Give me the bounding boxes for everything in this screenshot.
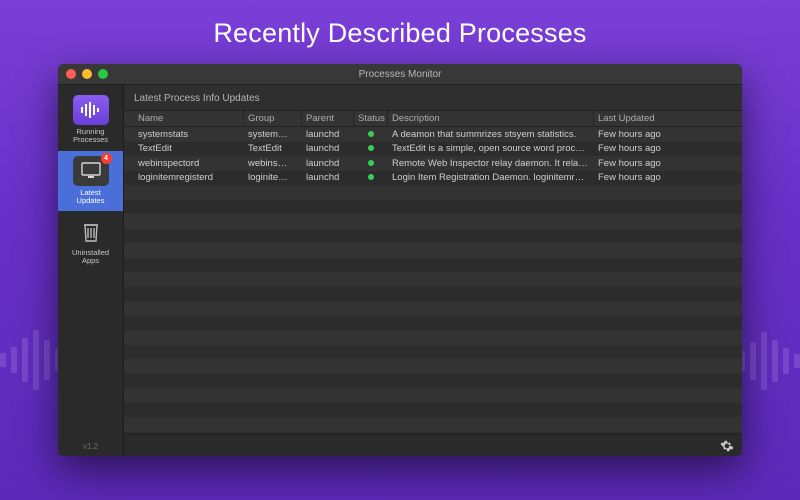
table-row-empty (124, 200, 742, 215)
cell-parent: launchd (302, 172, 354, 183)
sidebar-item-running[interactable]: Running Processes (58, 90, 123, 151)
cell-name: loginitemregisterd (134, 172, 244, 183)
table-row-empty (124, 345, 742, 360)
gear-icon[interactable] (720, 439, 734, 453)
table-row-empty (124, 214, 742, 229)
col-last-updated[interactable]: Last Updated (594, 111, 672, 126)
sidebar-item-label: Uninstalled Apps (72, 249, 109, 266)
table-row-empty (124, 388, 742, 403)
hero-title: Recently Described Processes (0, 0, 800, 49)
bg-wave-right (739, 332, 800, 390)
cell-last-updated: Few hours ago (594, 172, 672, 183)
col-parent[interactable]: Parent (302, 111, 354, 126)
table-row-empty (124, 359, 742, 374)
cell-description: A deamon that summrizes stsyem statistic… (388, 129, 594, 140)
cell-status (354, 129, 388, 140)
window-title: Processes Monitor (58, 69, 742, 80)
col-description[interactable]: Description (388, 111, 594, 126)
table-row-empty (124, 287, 742, 302)
traffic-lights (66, 69, 108, 79)
cell-last-updated: Few hours ago (594, 158, 672, 169)
table-row[interactable]: systemstatssystem…launchd A deamon that s… (124, 127, 742, 142)
version-label: v1.2 (58, 437, 123, 456)
badge: 4 (101, 153, 112, 164)
process-table: Name Group Parent Status Description Las… (124, 110, 742, 434)
cell-description: Remote Web Inspector relay daemon. It re… (388, 158, 594, 169)
cell-group: TextEdit (244, 143, 302, 154)
cell-name: webinspectord (134, 158, 244, 169)
table-row[interactable]: loginitemregisterdloginite…launchd Login … (124, 171, 742, 186)
cell-parent: launchd (302, 158, 354, 169)
app-window: Processes Monitor Running Processes 4 La… (58, 64, 742, 456)
table-row-empty (124, 258, 742, 273)
table-row-empty (124, 243, 742, 258)
monitor-icon: 4 (73, 156, 109, 186)
cell-description: Login Item Registration Daemon. loginite… (388, 172, 594, 183)
sidebar-item-label: Latest Updates (77, 189, 105, 206)
cell-parent: launchd (302, 129, 354, 140)
table-row[interactable]: TextEditTextEditlaunchdTextEdit is a sim… (124, 142, 742, 157)
table-row-empty (124, 272, 742, 287)
cell-parent: launchd (302, 143, 354, 154)
bg-wave-left (0, 330, 61, 390)
table-row-empty (124, 316, 742, 331)
close-icon[interactable] (66, 69, 76, 79)
status-dot-icon (368, 145, 374, 151)
main-panel: Latest Process Info Updates Name Group P… (124, 85, 742, 456)
minimize-icon[interactable] (82, 69, 92, 79)
cell-group: loginite… (244, 172, 302, 183)
table-row[interactable]: webinspectordwebins…launchd Remote Web In… (124, 156, 742, 171)
panel-title: Latest Process Info Updates (124, 85, 742, 110)
cell-last-updated: Few hours ago (594, 129, 672, 140)
col-group[interactable]: Group (244, 111, 302, 126)
cell-status (354, 143, 388, 154)
table-body: systemstatssystem…launchdA deamon that s… (124, 127, 742, 434)
cell-name: TextEdit (134, 143, 244, 154)
cell-description: TextEdit is a simple, open source word p… (388, 143, 594, 154)
col-name[interactable]: Name (134, 111, 244, 126)
titlebar: Processes Monitor (58, 64, 742, 85)
sidebar-item-latest[interactable]: 4 Latest Updates (58, 151, 123, 212)
sidebar: Running Processes 4 Latest Updates Unins… (58, 85, 124, 456)
table-row-empty (124, 417, 742, 432)
table-row-empty (124, 403, 742, 418)
footer (124, 434, 742, 456)
table-header: Name Group Parent Status Description Las… (124, 110, 742, 127)
cell-last-updated: Few hours ago (594, 143, 672, 154)
cell-status (354, 172, 388, 183)
table-row-empty (124, 229, 742, 244)
col-status[interactable]: Status (354, 111, 388, 126)
sidebar-item-uninstalled[interactable]: Uninstalled Apps (58, 211, 123, 272)
status-dot-icon (368, 131, 374, 137)
sidebar-item-label: Running Processes (73, 128, 108, 145)
waveform-icon (73, 95, 109, 125)
trash-icon (73, 216, 109, 246)
cell-group: system… (244, 129, 302, 140)
cell-status (354, 158, 388, 169)
table-row-empty (124, 301, 742, 316)
cell-name: systemstats (134, 129, 244, 140)
table-row-empty (124, 185, 742, 200)
status-dot-icon (368, 174, 374, 180)
status-dot-icon (368, 160, 374, 166)
cell-group: webins… (244, 158, 302, 169)
table-row-empty (124, 330, 742, 345)
zoom-icon[interactable] (98, 69, 108, 79)
table-row-empty (124, 374, 742, 389)
